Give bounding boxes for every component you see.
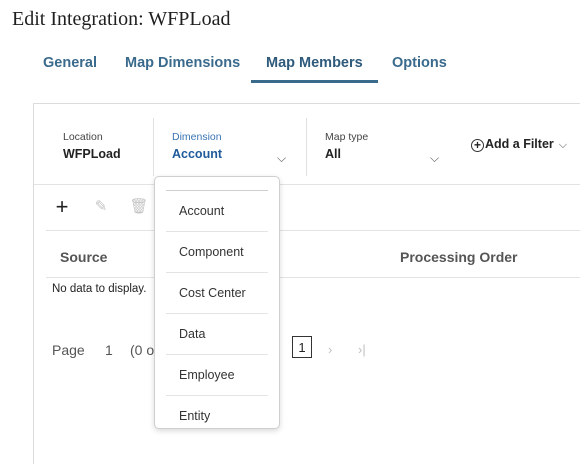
filter-divider: [153, 118, 154, 176]
page-title: Edit Integration: WFPLoad: [12, 8, 231, 30]
plus-circle-icon: +: [471, 139, 484, 152]
tab-map-members[interactable]: Map Members: [251, 48, 378, 83]
tab-general[interactable]: General: [28, 48, 112, 83]
dropdown-option-component[interactable]: Component: [166, 232, 268, 273]
page-count-text: (0 o: [130, 342, 155, 358]
tab-options[interactable]: Options: [377, 48, 462, 83]
map-members-panel: Location WFPLoad Dimension Account ⌵ Map…: [33, 103, 580, 464]
dimension-dropdown-list: Account Component Cost Center Data Emplo…: [154, 176, 280, 429]
table-header: Source Processing Order: [46, 230, 580, 278]
filter-divider: [306, 118, 307, 176]
location-value: WFPLoad: [63, 147, 121, 161]
dropdown-option-employee[interactable]: Employee: [166, 355, 268, 396]
column-header-source[interactable]: Source: [60, 249, 107, 265]
chevron-down-icon: ⌵: [558, 139, 568, 151]
plus-icon[interactable]: +: [52, 195, 72, 219]
filter-bar: Location WFPLoad Dimension Account ⌵ Map…: [34, 104, 580, 185]
current-page: 1: [105, 342, 113, 358]
dropdown-option-data[interactable]: Data: [166, 314, 268, 355]
page-number-input[interactable]: 1: [292, 336, 312, 358]
dropdown-option-cost-center[interactable]: Cost Center: [166, 273, 268, 314]
page-label: Page: [52, 342, 85, 358]
add-filter-button[interactable]: + Add a Filter ⌵: [471, 137, 567, 152]
map-type-label: Map type: [325, 131, 369, 143]
chevron-down-icon[interactable]: ⌵: [430, 151, 439, 166]
map-type-select[interactable]: Map type All ⌵: [325, 131, 445, 165]
last-page-icon[interactable]: ›|: [358, 342, 366, 357]
location-filter[interactable]: Location WFPLoad: [63, 131, 121, 161]
chevron-down-icon[interactable]: ⌵: [277, 151, 286, 166]
add-filter-label: Add a Filter: [485, 137, 554, 151]
map-type-value: All: [325, 147, 341, 161]
tab-map-dimensions[interactable]: Map Dimensions: [110, 48, 255, 83]
dimension-select[interactable]: Dimension Account ⌵: [172, 131, 292, 165]
dimension-value: Account: [172, 147, 222, 161]
next-page-icon[interactable]: ›: [328, 342, 332, 357]
pencil-icon[interactable]: ✎: [91, 195, 111, 219]
dropdown-option-entity[interactable]: Entity: [166, 396, 268, 428]
dropdown-option-account[interactable]: Account: [166, 191, 268, 232]
column-header-processing-order[interactable]: Processing Order: [400, 249, 518, 265]
trash-icon[interactable]: 🗑︎: [129, 195, 149, 219]
dimension-label: Dimension: [172, 131, 222, 143]
location-label: Location: [63, 131, 103, 143]
empty-table-message: No data to display.: [52, 283, 147, 295]
